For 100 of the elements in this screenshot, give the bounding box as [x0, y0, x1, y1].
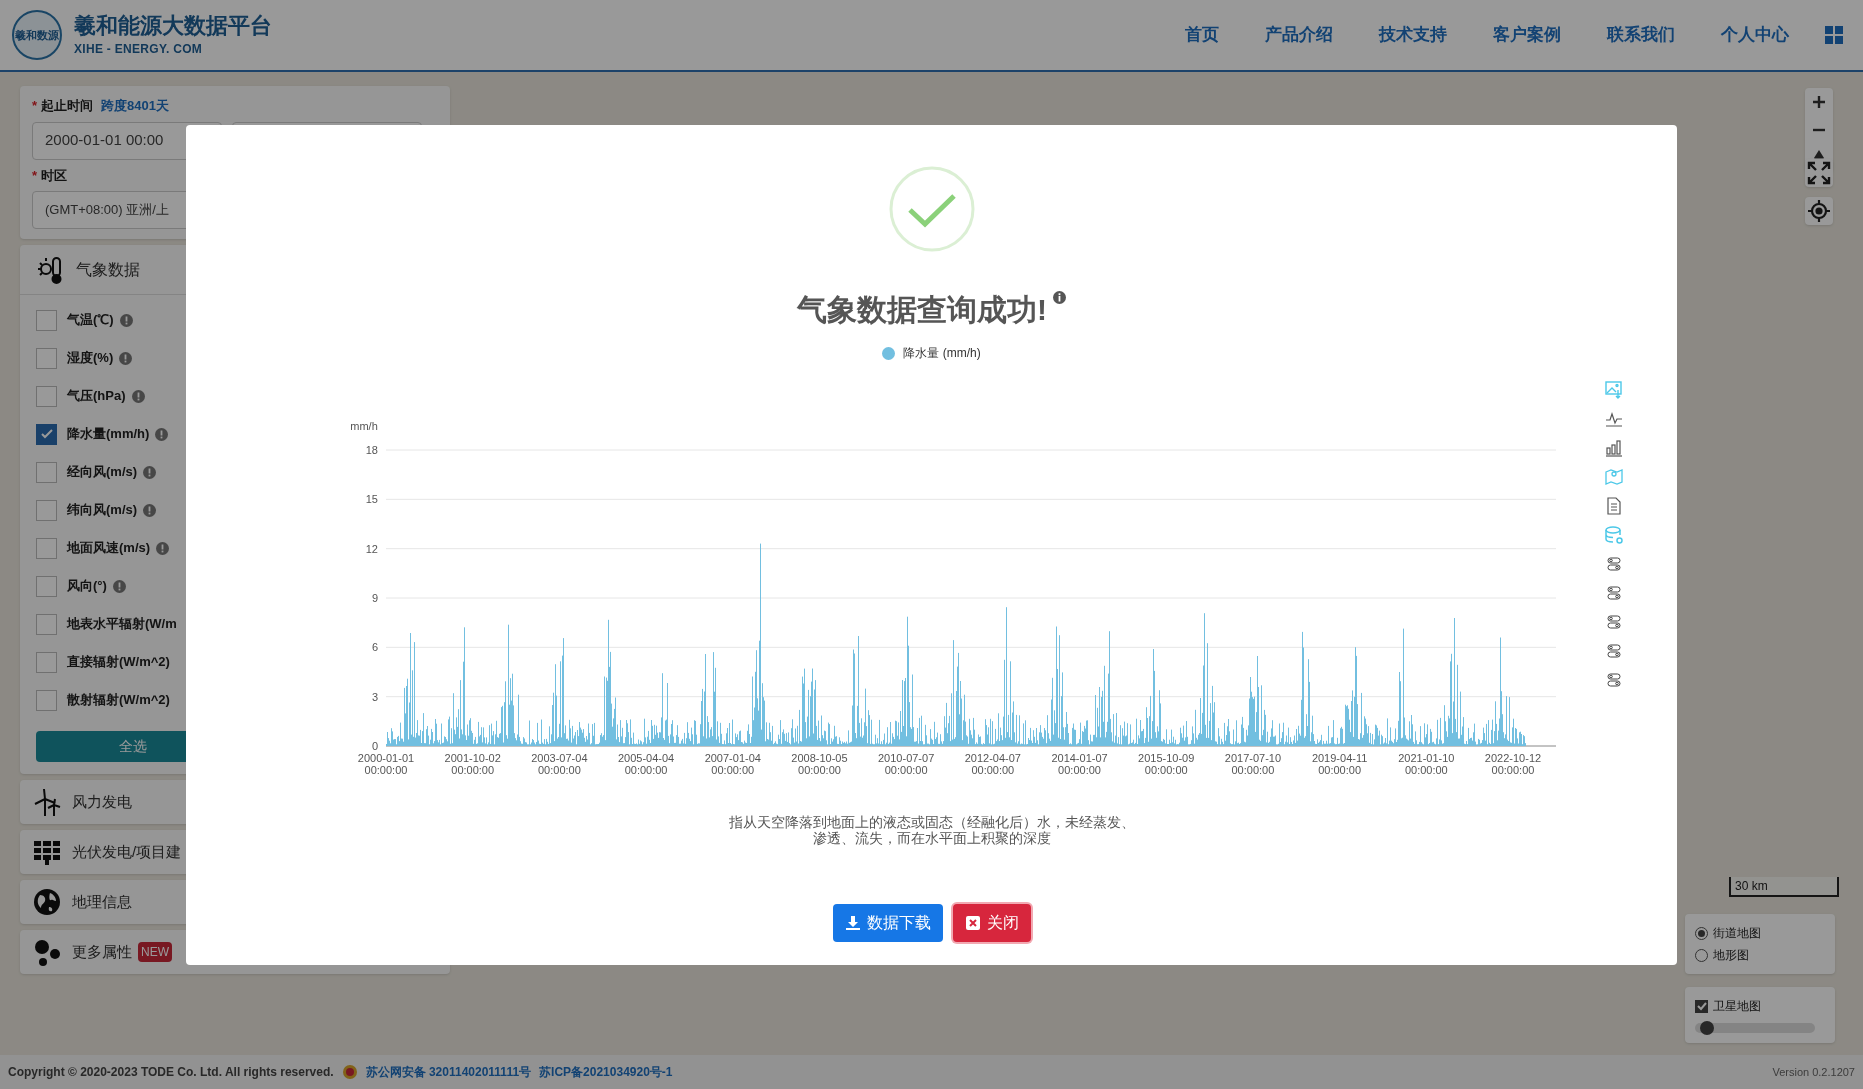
field-label: 起止时间 [41, 97, 94, 115]
info-icon[interactable] [131, 389, 145, 403]
info-icon[interactable] [155, 427, 169, 441]
radio-button[interactable] [1695, 948, 1708, 962]
axis-tick-label: 2017-07-10 [1224, 752, 1281, 764]
opacity-slider[interactable] [1695, 1023, 1815, 1033]
axis-tick-label: 18 [365, 444, 378, 456]
checkbox[interactable] [36, 689, 57, 711]
axis-tick-label: 00:00:00 [1317, 764, 1361, 776]
checkbox[interactable] [36, 309, 57, 331]
required-mark: * [32, 166, 38, 185]
radio-label: 地形图 [1713, 947, 1749, 964]
nav-link[interactable]: 个人中心 [1721, 22, 1789, 48]
checkbox[interactable] [36, 613, 57, 635]
database-icon[interactable] [1603, 525, 1624, 545]
footer-link[interactable]: 苏公网安备 32011402011111号 [365, 1063, 532, 1081]
variable-label: 气温(℃) [67, 311, 114, 330]
axis-tick-label: 00:00:00 [884, 764, 928, 776]
variable-label: 风向(°) [67, 577, 107, 596]
locate-icon[interactable] [1805, 197, 1833, 225]
variable-label: 经向风(m/s) [67, 463, 138, 482]
checkbox[interactable] [36, 461, 57, 483]
checkbox[interactable] [36, 423, 57, 445]
checkbox[interactable] [36, 499, 57, 521]
variable-label: 直接辐射(W/m^2) [67, 653, 170, 672]
axis-tick-label: 00:00:00 [537, 764, 581, 776]
field-description: 指从天空降落到地面上的液态或固态（经融化后）水，未经蒸发、渗透、流失，而在水平面上积聚的深度 [727, 814, 1136, 846]
info-icon[interactable] [119, 351, 133, 365]
grid-menu-icon[interactable] [1825, 26, 1843, 44]
info-icon[interactable] [143, 465, 157, 479]
circles-icon [32, 937, 62, 967]
axis-tick-label: 3 [371, 690, 378, 703]
axis-tick-label: 2022-10-12 [1484, 752, 1541, 764]
map-pin-icon[interactable] [1603, 467, 1624, 487]
span-days: 跨度8401天 [101, 96, 169, 116]
axis-tick-label: 2000-01-01 [357, 752, 414, 764]
nav-link[interactable]: 产品介绍 [1265, 22, 1333, 48]
fullscreen-icon[interactable] [1805, 159, 1833, 187]
axis-tick-label: 00:00:00 [450, 764, 494, 776]
footer-link[interactable]: 苏ICP备2021034920号-1 [539, 1063, 673, 1081]
axis-tick-label: 00:00:00 [797, 764, 841, 776]
wind-turbine-icon [32, 787, 62, 817]
legend-label[interactable]: 降水量 (mm/h) [903, 344, 981, 362]
dialog-title: 气象数据查询成功! [797, 292, 1047, 328]
axis-tick-label: 2019-04-11 [1311, 752, 1367, 764]
axis-tick-label: 2003-07-04 [530, 752, 588, 764]
axis-tick-label: 2007-01-04 [704, 752, 761, 764]
section-title[interactable]: 气象数据 [76, 257, 140, 282]
nav-link[interactable]: 联系我们 [1607, 22, 1675, 48]
checkbox[interactable] [36, 385, 57, 407]
version-text: Version 0.2.1207 [1772, 1064, 1855, 1080]
police-badge-icon [341, 1064, 358, 1080]
checkbox[interactable] [1695, 999, 1708, 1013]
required-mark: * [32, 97, 38, 115]
info-icon[interactable] [143, 503, 157, 517]
legend-marker [882, 346, 896, 360]
axis-tick-label: 2008-10-05 [790, 752, 848, 764]
axis-tick-label: 0 [371, 740, 378, 752]
new-badge: NEW [138, 942, 172, 962]
axis-tick-label: 00:00:00 [970, 764, 1014, 776]
checkbox[interactable] [36, 651, 57, 673]
axis-tick-label: 15 [365, 493, 378, 506]
axis-tick-label: 00:00:00 [1231, 764, 1274, 776]
variable-label: 气压(hPa) [67, 387, 126, 406]
axis-tick-label: 00:00:00 [1404, 764, 1448, 776]
globe-icon [32, 887, 62, 917]
nav-link[interactable]: 技术支持 [1379, 22, 1447, 48]
radio-label: 街道地图 [1713, 925, 1761, 942]
radio-button[interactable] [1695, 926, 1708, 940]
nav-link[interactable]: 客户案例 [1493, 22, 1561, 48]
axis-tick-label: 2015-10-09 [1137, 752, 1194, 764]
axis-unit: mm/h [349, 420, 378, 432]
save-image-icon[interactable] [1603, 380, 1624, 400]
download-button[interactable]: 数据下载 [832, 904, 943, 942]
axis-tick-label: 00:00:00 [1057, 764, 1101, 776]
variable-label: 地表水平辐射(W/m [67, 615, 177, 634]
close-button[interactable]: 关闭 [952, 904, 1031, 942]
checkbox[interactable] [36, 347, 57, 369]
success-check-icon [887, 165, 976, 253]
checkbox[interactable] [36, 537, 57, 559]
axis-tick-label: 2021-01-10 [1397, 752, 1454, 764]
variable-label: 湿度(%) [67, 349, 114, 368]
variable-label: 地面风速(m/s) [67, 539, 151, 558]
checkbox[interactable] [36, 575, 57, 597]
section-title: 风力发电 [72, 791, 132, 812]
nav-link[interactable]: 首页 [1185, 22, 1219, 48]
site-title: 羲和能源大数据平台 [74, 12, 272, 40]
axis-tick-label: 2012-04-07 [964, 752, 1021, 764]
info-icon[interactable] [1053, 291, 1066, 304]
slider-thumb[interactable] [1700, 1021, 1715, 1035]
site-subtitle: XIHE - ENERGY. COM [74, 40, 204, 58]
download-icon [844, 915, 861, 931]
axis-tick-label: 2010-07-07 [877, 752, 934, 764]
info-icon[interactable] [119, 313, 133, 327]
variable-label: 降水量(mm/h) [67, 425, 150, 444]
logo-text: 羲和数源 [15, 27, 59, 43]
info-icon[interactable] [112, 579, 126, 593]
info-icon[interactable] [156, 541, 170, 555]
field-label: 时区 [41, 166, 68, 185]
bar-chart-icon[interactable] [1603, 438, 1624, 458]
